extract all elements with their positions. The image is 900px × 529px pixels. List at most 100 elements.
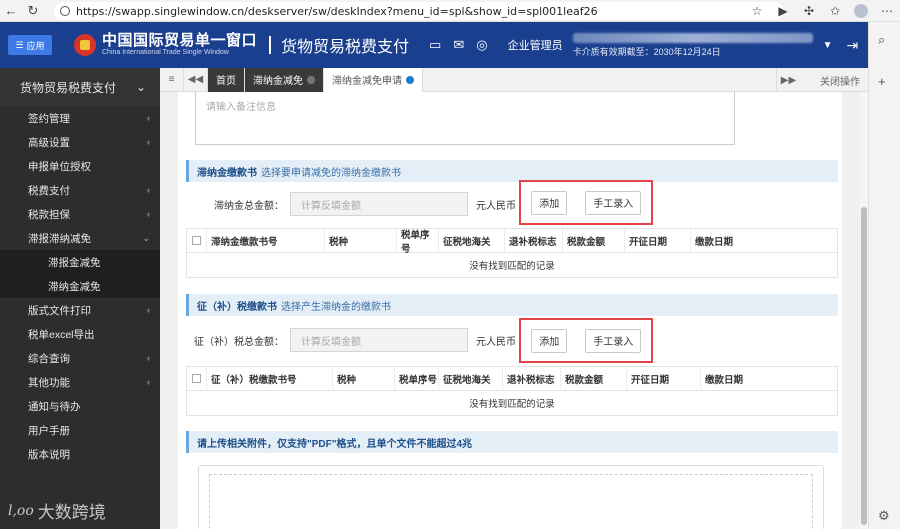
column-header[interactable]: 缴款日期: [691, 229, 809, 253]
empty-row: 没有找到匹配的记录: [469, 261, 555, 272]
chevron-left-icon: ‹: [147, 353, 150, 363]
tab-close-icon[interactable]: [307, 75, 315, 84]
logo[interactable]: 中国国际贸易单一窗口 China International Trade Sin…: [102, 32, 257, 57]
extensions-icon[interactable]: ✣: [796, 0, 822, 22]
late-fee-table: 滞纳金缴款书号 税种 税单序号 征税地海关 退补税标志 税款金额 开征日期 缴款日期 没有找到…: [186, 228, 838, 278]
chevron-left-icon: ‹: [147, 137, 150, 147]
search-icon[interactable]: ⌕: [878, 32, 885, 48]
column-header[interactable]: 税款金额: [563, 228, 625, 253]
scrollbar-thumb[interactable]: [861, 207, 867, 525]
mail-icon[interactable]: ✉: [453, 37, 464, 53]
single-window-logo-icon: [74, 34, 96, 56]
sidebar-item[interactable]: 版式文件打印 ‹: [0, 298, 160, 322]
browser-toolbar: ← ↻ https://swapp.singlewindow.cn/deskse…: [0, 0, 900, 22]
headset-icon[interactable]: ◎: [476, 37, 487, 53]
column-header[interactable]: 税种: [325, 228, 397, 253]
sidebar-item-label: 税费支付: [28, 184, 70, 197]
sidebar-item[interactable]: 申报单位授权: [0, 154, 160, 178]
tab-home[interactable]: 首页: [208, 67, 245, 92]
favorites-icon[interactable]: ✩: [822, 0, 848, 22]
sidebar-item[interactable]: 综合查询 ‹: [0, 346, 160, 370]
tax-total-input[interactable]: 计算反填金额: [290, 328, 468, 352]
nav-title[interactable]: 货物贸易税费支付 ⌄: [0, 68, 160, 106]
sidebar-toggle-icon[interactable]: ≡: [160, 67, 184, 92]
column-header[interactable]: 税单序号: [397, 228, 439, 255]
column-header[interactable]: 开征日期: [627, 366, 701, 391]
blurred-company-name: [572, 32, 813, 43]
late-fee-manual-entry-button[interactable]: 手工录入: [585, 190, 641, 215]
card-expiry: 卡介质有效期截至：2030年12月24日: [572, 46, 721, 57]
column-header[interactable]: 开征日期: [625, 228, 691, 253]
logo-subtitle: China International Trade Single Window: [102, 49, 229, 57]
add-icon[interactable]: +: [878, 74, 886, 89]
column-header[interactable]: 征税地海关: [439, 228, 505, 253]
tab-prev-icon[interactable]: ◀◀: [184, 67, 208, 92]
file-drop-zone[interactable]: [209, 474, 813, 529]
column-header[interactable]: 征（补）税缴款书号: [207, 366, 333, 391]
tab-next-icon[interactable]: ▶▶: [776, 68, 800, 92]
sidebar-item-label: 综合查询: [28, 352, 70, 365]
sidebar-item[interactable]: 版本说明: [0, 442, 160, 466]
monitor-icon[interactable]: ▭: [429, 37, 441, 53]
sidebar-item[interactable]: 滞报滞纳减免 ⌄: [0, 226, 160, 250]
select-all-checkbox[interactable]: [187, 366, 207, 391]
late-fee-total-input[interactable]: 计算反填金额: [290, 192, 468, 216]
currency-unit: 元人民币: [476, 200, 516, 212]
profile-avatar[interactable]: [848, 0, 874, 22]
logout-icon[interactable]: ⇥: [846, 37, 858, 54]
column-header[interactable]: 征税地海关: [439, 366, 503, 391]
user-dropdown-icon[interactable]: ▼: [823, 40, 833, 51]
tab-late-fee-waiver-apply[interactable]: 滞纳金减免申请: [324, 67, 423, 92]
sidebar-item[interactable]: 高级设置 ‹: [0, 130, 160, 154]
user-info[interactable]: 卡介质有效期截至：2030年12月24日: [572, 32, 813, 58]
remark-textarea[interactable]: 请输入备注信息: [195, 92, 735, 145]
refresh-icon[interactable]: ↻: [22, 0, 44, 22]
sidebar-subitem[interactable]: 滞纳金减免: [0, 274, 160, 298]
column-header[interactable]: 退补税标志: [503, 366, 561, 391]
tab-late-fee-waiver[interactable]: 滞纳金减免: [245, 67, 324, 92]
sidebar-item[interactable]: 用户手册: [0, 418, 160, 442]
empty-row: 没有找到匹配的记录: [469, 399, 555, 410]
sidebar-subitem[interactable]: 滞报金减免: [0, 250, 160, 274]
play-icon[interactable]: ▶: [770, 0, 796, 22]
tax-total-row: 征（补）税总金额： 计算反填金额 元人民币: [186, 326, 838, 354]
tab-close-icon[interactable]: [406, 75, 414, 84]
back-icon[interactable]: ←: [0, 0, 22, 22]
form-panel: 请输入备注信息 滞纳金缴款书 选择要申请减免的滞纳金缴款书 滞纳金总金额： 计算…: [178, 92, 842, 529]
chevron-left-icon: ‹: [147, 185, 150, 195]
column-header[interactable]: 滞纳金缴款书号: [207, 228, 325, 253]
address-bar[interactable]: https://swapp.singlewindow.cn/deskserver…: [54, 2, 784, 20]
tax-section-header: 征（补）税缴款书 选择产生滞纳金的缴款书: [186, 294, 838, 316]
more-menu-icon[interactable]: ⋯: [874, 0, 900, 22]
sidebar-item[interactable]: 税费支付 ‹: [0, 178, 160, 202]
column-header[interactable]: 退补税标志: [505, 228, 563, 253]
sidebar-item[interactable]: 税款担保 ‹: [0, 202, 160, 226]
table-header: 征（补）税缴款书号 税种 税单序号 征税地海关 退补税标志 税款金额 开征日期 缴款日期: [187, 366, 837, 391]
sidebar-item-label: 税单excel导出: [28, 328, 95, 341]
main-content: 请输入备注信息 滞纳金缴款书 选择要申请减免的滞纳金缴款书 滞纳金总金额： 计算…: [160, 92, 868, 529]
sidebar-item[interactable]: 通知与待办: [0, 394, 160, 418]
settings-gear-icon[interactable]: ⚙: [878, 508, 890, 524]
column-header[interactable]: 缴款日期: [701, 367, 787, 391]
sidebar-item[interactable]: 签约管理 ‹: [0, 106, 160, 130]
sidebar-item[interactable]: 税单excel导出: [0, 322, 160, 346]
table-header: 滞纳金缴款书号 税种 税单序号 征税地海关 退补税标志 税款金额 开征日期 缴款日期: [187, 228, 837, 255]
scrollbar[interactable]: [860, 92, 868, 529]
column-header[interactable]: 税款金额: [561, 366, 627, 391]
column-header[interactable]: 税种: [333, 366, 395, 391]
tax-add-button[interactable]: 添加: [531, 328, 568, 353]
select-all-checkbox[interactable]: [187, 228, 207, 253]
sidebar-item[interactable]: 其他功能 ‹: [0, 370, 160, 394]
sidebar-item-label: 版式文件打印: [28, 304, 91, 317]
chevron-left-icon: ‹: [147, 209, 150, 219]
close-operations-button[interactable]: 关闭操作: [820, 68, 860, 92]
column-header[interactable]: 税单序号: [395, 366, 439, 391]
late-fee-add-button[interactable]: 添加: [531, 190, 568, 215]
left-nav: 货物贸易税费支付 ⌄ 签约管理 ‹ 高级设置 ‹ 申报单位授权 税费支付 ‹ 税款担保 ‹ 滞报滞…: [0, 68, 160, 529]
tax-manual-entry-button[interactable]: 手工录入: [585, 328, 641, 353]
sidebar-item-label: 签约管理: [28, 112, 70, 125]
app-menu-button[interactable]: ☰ 应用: [8, 35, 52, 55]
watermark-text: 大数跨境: [37, 503, 106, 522]
favorite-star-icon[interactable]: ☆: [744, 0, 770, 22]
chevron-down-icon: ⌄: [142, 232, 150, 243]
